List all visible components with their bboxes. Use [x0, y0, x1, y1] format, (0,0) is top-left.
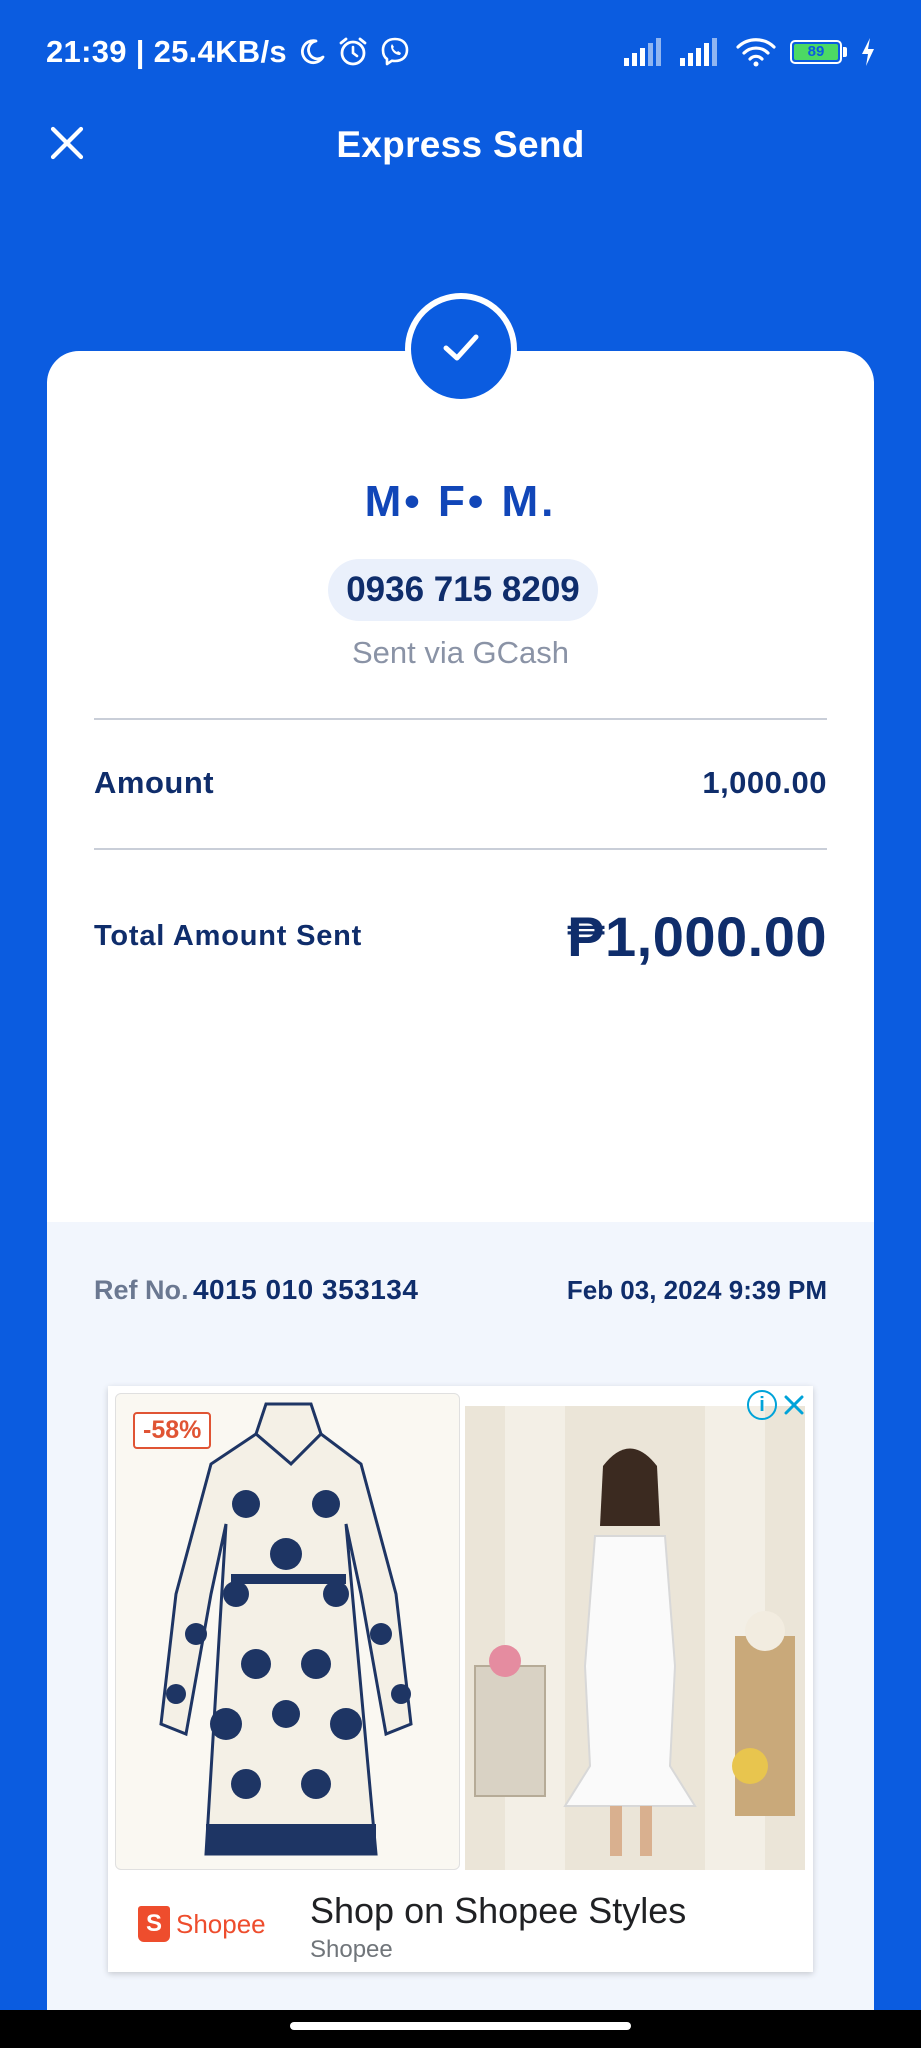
- header: Express Send: [0, 104, 921, 186]
- total-value: ₱1,000.00: [567, 904, 827, 968]
- navigation-bar: [0, 2010, 921, 2048]
- ad-close-icon[interactable]: [779, 1390, 809, 1420]
- amount-value: 1,000.00: [702, 765, 827, 800]
- charging-icon: [861, 38, 875, 66]
- viber-icon: [379, 36, 411, 68]
- ad-product-image[interactable]: [465, 1406, 805, 1870]
- signal-icon: [624, 38, 666, 66]
- divider: [94, 718, 827, 720]
- ad-headline[interactable]: Shop on Shopee Styles: [310, 1890, 686, 1932]
- sent-via-label: Sent via GCash: [351, 635, 570, 670]
- status-right: 89: [624, 37, 875, 67]
- ad-advertiser: Shopee: [310, 1936, 393, 1963]
- close-icon: [49, 125, 85, 166]
- ref-number: 4015 010 353134: [192, 1274, 419, 1305]
- total-row: Total Amount Sent ₱1,000.00: [94, 891, 827, 981]
- ad-banner[interactable]: -58% i S Shopee Shop on Shopee Styles Sh…: [108, 1386, 813, 1972]
- recipient-number: 0936 715 8209: [328, 559, 598, 621]
- shopee-bag-icon: S: [138, 1906, 170, 1942]
- status-left: 21:39 | 25.4KB/s: [46, 34, 411, 70]
- battery-tip: [843, 47, 847, 57]
- wifi-icon: [736, 37, 776, 67]
- model-illustration: [465, 1406, 805, 1870]
- amount-label: Amount: [94, 765, 215, 800]
- ad-product-image[interactable]: -58%: [115, 1393, 460, 1870]
- recipient-name: M• F• M.: [364, 477, 557, 526]
- total-label: Total Amount Sent: [94, 919, 363, 952]
- close-button[interactable]: [40, 118, 94, 172]
- ref-label: Ref No.: [94, 1275, 189, 1305]
- page-title: Express Send: [336, 124, 585, 165]
- dress-illustration: [159, 1402, 413, 1856]
- reference-info: Ref No. 4015 010 353134: [94, 1274, 418, 1306]
- check-icon: [437, 323, 485, 376]
- moon-icon: [297, 37, 327, 67]
- signal-icon: [680, 38, 722, 66]
- shopee-logo-text: Shopee: [176, 1908, 266, 1939]
- battery-body: 89: [790, 40, 842, 64]
- divider: [94, 848, 827, 850]
- ad-info-icon[interactable]: i: [747, 1390, 777, 1420]
- success-badge: [405, 293, 517, 405]
- status-bar: 21:39 | 25.4KB/s 89: [0, 0, 921, 104]
- amount-row: Amount 1,000.00: [94, 753, 827, 813]
- shopee-logo: S Shopee: [138, 1906, 266, 1942]
- battery-icon: 89: [790, 40, 847, 64]
- transaction-date: Feb 03, 2024 9:39 PM: [566, 1274, 827, 1305]
- home-gesture-handle[interactable]: [290, 2022, 631, 2030]
- discount-badge: -58%: [133, 1412, 212, 1449]
- alarm-icon: [337, 36, 369, 68]
- ad-footer[interactable]: S Shopee Shop on Shopee Styles Shopee: [108, 1870, 813, 1972]
- battery-level: 89: [794, 44, 838, 60]
- status-time-speed: 21:39 | 25.4KB/s: [46, 34, 287, 69]
- reference-row: Ref No. 4015 010 353134 Feb 03, 2024 9:3…: [94, 1274, 827, 1306]
